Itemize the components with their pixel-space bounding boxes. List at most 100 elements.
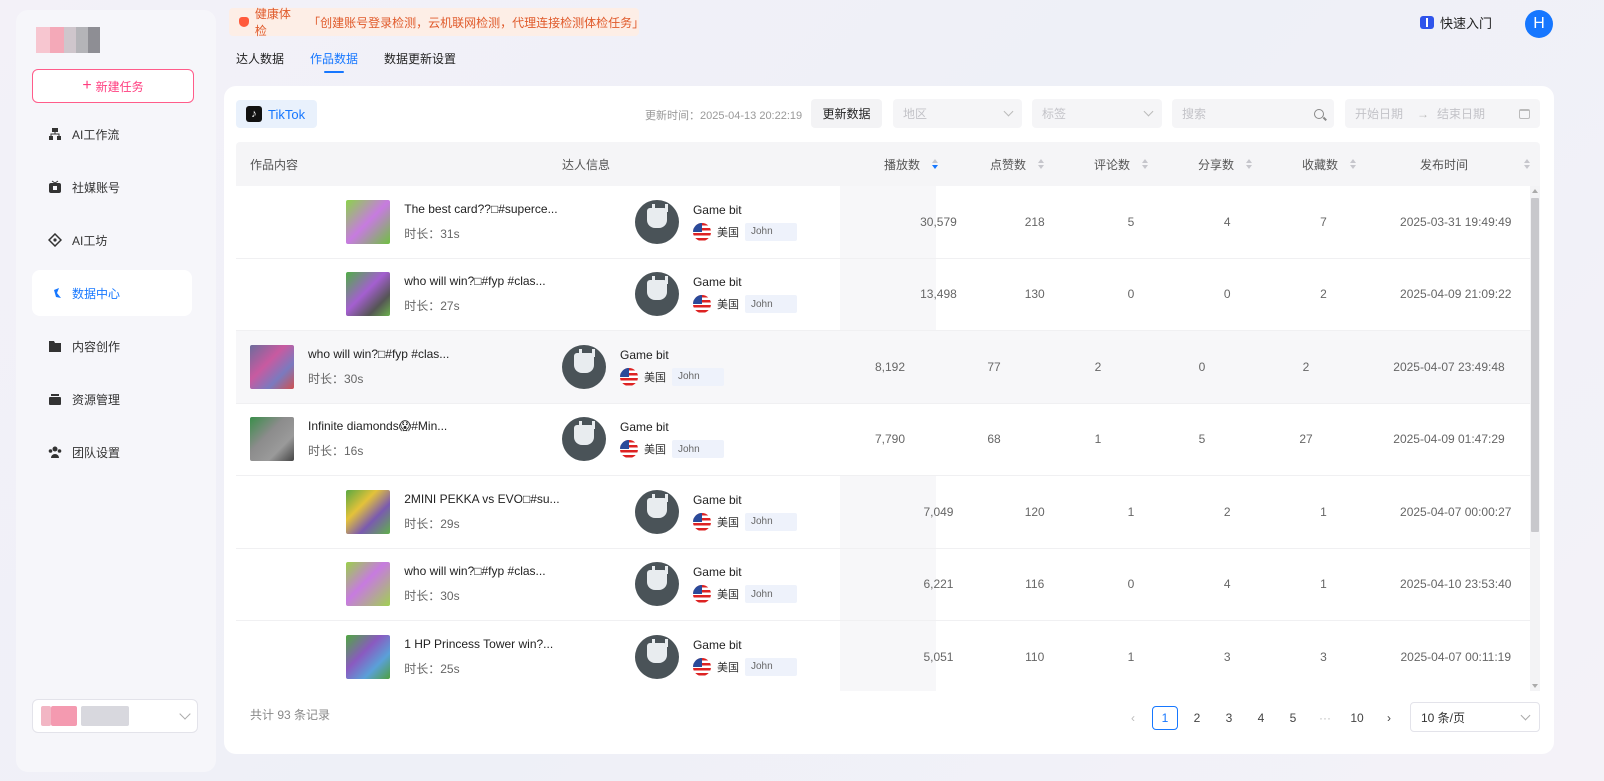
sidebar-item-content-creation[interactable]: 内容创作 <box>32 323 192 369</box>
page-5[interactable]: 5 <box>1277 706 1309 730</box>
table-row[interactable]: 1 HP Princess Tower win?... 时长：25s Game b… <box>236 621 1540 691</box>
user-avatar[interactable]: H <box>1525 10 1553 38</box>
next-page-button[interactable]: › <box>1373 706 1405 730</box>
sidebar-item-label: 内容创作 <box>72 339 121 354</box>
tab-creator-data[interactable]: 达人数据 <box>236 50 284 73</box>
creator-avatar[interactable] <box>634 562 679 607</box>
creator-name[interactable]: Game bit <box>693 493 797 507</box>
creator-name[interactable]: Game bit <box>693 203 797 217</box>
sidebar-item-ai-workshop[interactable]: AI工坊 <box>32 217 192 263</box>
sidebar-item-data-center[interactable]: 数据中心 <box>32 270 192 316</box>
works-data-card: ♪ TikTok 更新时间：2025-04-13 20:22:19 更新数据 地… <box>224 86 1554 754</box>
video-thumbnail[interactable] <box>346 634 391 679</box>
creator-name[interactable]: Game bit <box>693 275 797 289</box>
page-4[interactable]: 4 <box>1245 706 1277 730</box>
date-range-picker[interactable]: 开始日期 → 结束日期 <box>1345 99 1540 128</box>
creator-name[interactable]: Game bit <box>693 565 797 579</box>
likes-count: 68 <box>987 432 1001 447</box>
health-check-banner[interactable]: 健康体检 「创建账号登录检测，云机联网检测，代理连接检测体检任务」 <box>229 7 644 38</box>
tab-update-settings[interactable]: 数据更新设置 <box>384 50 456 73</box>
sidebar-item-resources[interactable]: 资源管理 <box>32 376 192 422</box>
creator-avatar[interactable] <box>562 417 606 462</box>
work-title[interactable]: The best card??□#superce... <box>404 202 557 216</box>
video-thumbnail[interactable] <box>250 344 294 389</box>
scroll-down-icon[interactable] <box>1532 684 1538 688</box>
col-header-shares[interactable]: 分享数 <box>1152 156 1256 173</box>
video-thumbnail[interactable] <box>346 272 391 317</box>
col-header-comments[interactable]: 评论数 <box>1048 156 1152 173</box>
creator-avatar[interactable] <box>634 199 679 244</box>
sort-icon[interactable] <box>1142 159 1148 169</box>
creator-avatar[interactable] <box>634 272 679 317</box>
work-title[interactable]: who will win?□#fyp #clas... <box>404 564 545 578</box>
table-row[interactable]: The best card??□#superce... 时长：31s Game b… <box>236 186 1540 259</box>
table-row[interactable]: who will win?□#fyp #clas... 时长：27s Game b… <box>236 258 1540 331</box>
work-duration: 时长：29s <box>404 516 460 531</box>
plays-count: 13,498 <box>920 287 957 302</box>
page-ellipsis[interactable]: ··· <box>1309 706 1341 730</box>
table-row[interactable]: 2MINI PEKKA vs EVO□#su... 时长：29s Game bit… <box>236 476 1540 549</box>
col-header-favorites[interactable]: 收藏数 <box>1256 156 1360 173</box>
region-select[interactable]: 地区 <box>893 99 1022 128</box>
video-thumbnail[interactable] <box>346 489 391 534</box>
quick-start-link[interactable]: 快速入门 <box>1420 13 1492 32</box>
page-10[interactable]: 10 <box>1341 706 1373 730</box>
tiktok-icon: ♪ <box>246 106 262 122</box>
page-size-select[interactable]: 10 条/页 <box>1410 702 1540 732</box>
page-3[interactable]: 3 <box>1213 706 1245 730</box>
creator-name[interactable]: Game bit <box>620 348 724 362</box>
update-data-button[interactable]: 更新数据 <box>811 99 882 128</box>
likes-count: 120 <box>1024 504 1045 519</box>
creator-tag: John <box>744 295 797 314</box>
sort-icon[interactable] <box>1350 159 1356 169</box>
team-icon <box>48 445 62 459</box>
creator-name[interactable]: Game bit <box>693 638 797 652</box>
total-records: 共计 93 条记录 <box>250 708 331 722</box>
creator-avatar[interactable] <box>634 634 679 679</box>
prev-page-button[interactable]: ‹ <box>1117 706 1149 730</box>
video-thumbnail[interactable] <box>346 199 391 244</box>
platform-selector[interactable]: ♪ TikTok <box>236 100 318 128</box>
region-placeholder: 地区 <box>903 107 928 121</box>
work-title[interactable]: who will win?□#fyp #clas... <box>308 347 449 361</box>
work-title[interactable]: Infinite diamonds😱#Min... <box>308 419 447 433</box>
work-title[interactable]: 2MINI PEKKA vs EVO□#su... <box>404 492 559 506</box>
sort-icon[interactable] <box>932 159 938 169</box>
video-thumbnail[interactable] <box>250 417 294 462</box>
video-thumbnail[interactable] <box>346 562 391 607</box>
book-icon <box>1420 16 1434 29</box>
sort-icon[interactable] <box>1524 159 1530 169</box>
page-1[interactable]: 1 <box>1152 706 1178 730</box>
table-row[interactable]: Infinite diamonds😱#Min... 时长：16s Game bit… <box>236 404 1540 476</box>
table-row[interactable]: who will win?□#fyp #clas... 时长：30s Game b… <box>236 548 1540 621</box>
sort-icon[interactable] <box>1038 159 1044 169</box>
creator-name[interactable]: Game bit <box>620 420 724 434</box>
likes-count: 218 <box>1024 214 1045 229</box>
creator-avatar[interactable] <box>562 344 606 389</box>
work-title[interactable]: 1 HP Princess Tower win?... <box>404 637 553 651</box>
sidebar-item-team-settings[interactable]: 团队设置 <box>32 429 192 475</box>
published-time: 2025-04-07 00:11:19 <box>1400 649 1512 664</box>
creator-tag: John <box>744 222 797 241</box>
tab-works-data[interactable]: 作品数据 <box>310 50 358 73</box>
sidebar-item-ai-workflow[interactable]: AI工作流 <box>32 111 192 157</box>
comments-count: 0 <box>1127 577 1135 592</box>
sort-icon[interactable] <box>1246 159 1252 169</box>
sidebar-item-social-accounts[interactable]: 社媒账号 <box>32 164 192 210</box>
new-task-button[interactable]: + 新建任务 <box>32 69 194 103</box>
table-row[interactable]: who will win?□#fyp #clas... 时长：30s Game b… <box>236 331 1540 404</box>
workspace-select[interactable] <box>32 699 198 733</box>
col-header-plays[interactable]: 播放数 <box>840 156 944 173</box>
creator-avatar[interactable] <box>634 489 679 534</box>
col-header-published[interactable]: 发布时间 <box>1360 156 1534 173</box>
end-date-placeholder: 结束日期 <box>1437 107 1486 121</box>
work-title[interactable]: who will win?□#fyp #clas... <box>404 274 545 288</box>
creator-tag: John <box>744 512 797 531</box>
col-header-likes[interactable]: 点赞数 <box>944 156 1048 173</box>
us-flag-icon <box>620 440 638 459</box>
search-input[interactable]: 搜索 <box>1172 99 1334 128</box>
tag-select[interactable]: 标签 <box>1032 99 1162 128</box>
scroll-up-icon[interactable] <box>1532 189 1538 193</box>
shares-count: 4 <box>1223 214 1231 229</box>
page-2[interactable]: 2 <box>1181 706 1213 730</box>
